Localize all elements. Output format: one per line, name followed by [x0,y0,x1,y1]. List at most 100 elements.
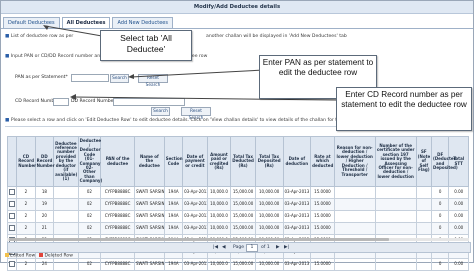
pan-label: PAN as per Statement* [15,75,68,80]
table-row[interactable]: 2 24 02 CYFPB8888C SWATI SARSIN 194A 03-Apr-20… [6,258,469,271]
table-cell [333,198,376,211]
pan-input[interactable] [71,74,109,82]
row-checkbox[interactable] [9,212,16,219]
table-cell: 194A [163,210,184,223]
horizontal-scrollbar[interactable] [7,238,469,241]
pager-next-icon[interactable]: ▶ [276,243,280,252]
callout-enter-cd-record: Enter CD Record number as per statement … [336,87,472,131]
table-cell [53,258,79,271]
info-icon: ■ [5,54,10,59]
row-select-cell[interactable] [6,198,18,211]
table-cell: 03-Apr-2013 [282,210,312,223]
table-cell: 03-Apr-2013 [282,258,312,271]
table-cell [53,210,79,223]
table-cell: 10,000.0 [206,186,232,199]
table-cell [415,198,433,211]
pager-first-icon[interactable]: |◀ [213,243,218,252]
table-cell: 02 [77,258,102,271]
cd-record-input[interactable] [53,98,69,106]
column-header: Section Code [163,136,184,187]
pager-last-icon[interactable]: ▶| [284,243,289,252]
cd-reset-search-button[interactable]: Reset Search [181,107,211,121]
table-cell: 20 [34,210,55,223]
table-cell: 0.00 [448,198,469,211]
column-header: DD Record Number [34,136,55,187]
info-icon: ■ [5,34,10,39]
legend: Edited Row Deleted Row [5,253,73,259]
pager-page-label: Page [233,245,245,250]
table-cell: 2 [16,198,36,211]
pager-page-input[interactable]: 1 [246,244,258,252]
table-cell: 03-Apr-2013 [182,198,208,211]
column-header: Total STT [448,136,469,187]
table-cell [333,186,376,199]
table-cell: CYFPB8888C [100,222,135,235]
table-cell: 0 [430,198,450,211]
table-cell: 15,000.00 [230,198,256,211]
row-select-cell[interactable] [6,210,18,223]
column-header: Deductee reference number provided by th… [53,136,79,187]
legend-edited: Edited Row [10,253,36,259]
table-cell: 0.00 [448,186,469,199]
table-cell: 03-Apr-2013 [182,258,208,271]
callout-select-tab: Select tab 'All Deductee' [100,30,192,61]
column-header: Total Tax Deducted (Rs) [230,136,256,187]
table-cell: 10,000.0 [206,258,232,271]
table-cell: 10,000.0 [206,198,232,211]
table-cell [415,210,433,223]
table-cell: 03-Apr-2013 [282,222,312,235]
column-header: CD Record Number [16,136,36,187]
table-cell: 2 [16,186,36,199]
info-line-3: ■ Please select a row and click on 'Edit… [5,118,366,123]
table-cell [415,258,433,271]
table-cell: 10,000.00 [254,198,284,211]
tab-add-new-deductees[interactable]: Add New Deductees [112,17,173,28]
table-cell: 194A [163,198,184,211]
table-cell [415,222,433,235]
table-cell: SWATI SARSIN [134,210,165,223]
table-cell: 15.0000 [310,222,335,235]
table-cell: 03-Apr-2013 [282,198,312,211]
table-cell: 15.0000 [310,186,335,199]
table-cell: 03-Apr-2013 [182,186,208,199]
column-header: Date of deduction [282,136,312,187]
row-select-cell[interactable] [6,258,18,271]
table-cell: 2 [16,210,36,223]
row-checkbox[interactable] [9,200,16,207]
table-cell: 24 [34,258,55,271]
table-cell: 02 [77,186,102,199]
column-header [6,136,18,187]
row-checkbox[interactable] [9,260,16,267]
table-cell: 0 [430,210,450,223]
table-cell: 2 [16,222,36,235]
row-select-cell[interactable] [6,186,18,199]
column-header: SF (Note of Self Flag) [415,136,433,187]
row-checkbox[interactable] [9,188,16,195]
column-header: PAN of the deductee [100,136,135,187]
table-cell: 0 [430,222,450,235]
deductee-window: Modify/Add Deductee details Default Dedu… [0,0,474,271]
table-cell: 10,000.0 [206,222,232,235]
table-cell: 10,000.00 [254,258,284,271]
table-row[interactable]: 2 19 02 CYFPB8888C SWATI SARSIN 194A 03-Apr-20… [6,198,469,211]
table-body: 2 18 02 CYFPB8888C SWATI SARSIN 194A 03-Apr-20… [6,186,469,271]
table-cell [53,222,79,235]
table-cell [53,198,79,211]
table-cell: 02 [77,198,102,211]
table-row[interactable]: 2 20 02 CYFPB8888C SWATI SARSIN 194A 03-Apr-20… [6,210,469,223]
pager-of-label: of 1 [261,245,270,250]
table-row[interactable]: 2 18 02 CYFPB8888C SWATI SARSIN 194A 03-Apr-20… [6,186,469,199]
table-cell [333,210,376,223]
table-cell: 15.0000 [310,198,335,211]
table-row[interactable]: 2 21 02 CYFPB8888C SWATI SARSIN 194A 03-Apr-20… [6,222,469,235]
pager-prev-icon[interactable]: ◀ [222,243,226,252]
scrollbar-thumb[interactable] [9,238,389,241]
cd-search-button[interactable]: Search [151,107,170,116]
edited-row-swatch [5,253,9,257]
table-header-row: CD Record Number DD Record Number Deduct… [6,136,469,187]
table-cell [374,186,417,199]
table-cell: 2 [16,258,36,271]
row-select-cell[interactable] [6,222,18,235]
row-checkbox[interactable] [9,224,16,231]
column-header: Total Tax Deposited (Rs) [254,136,284,187]
